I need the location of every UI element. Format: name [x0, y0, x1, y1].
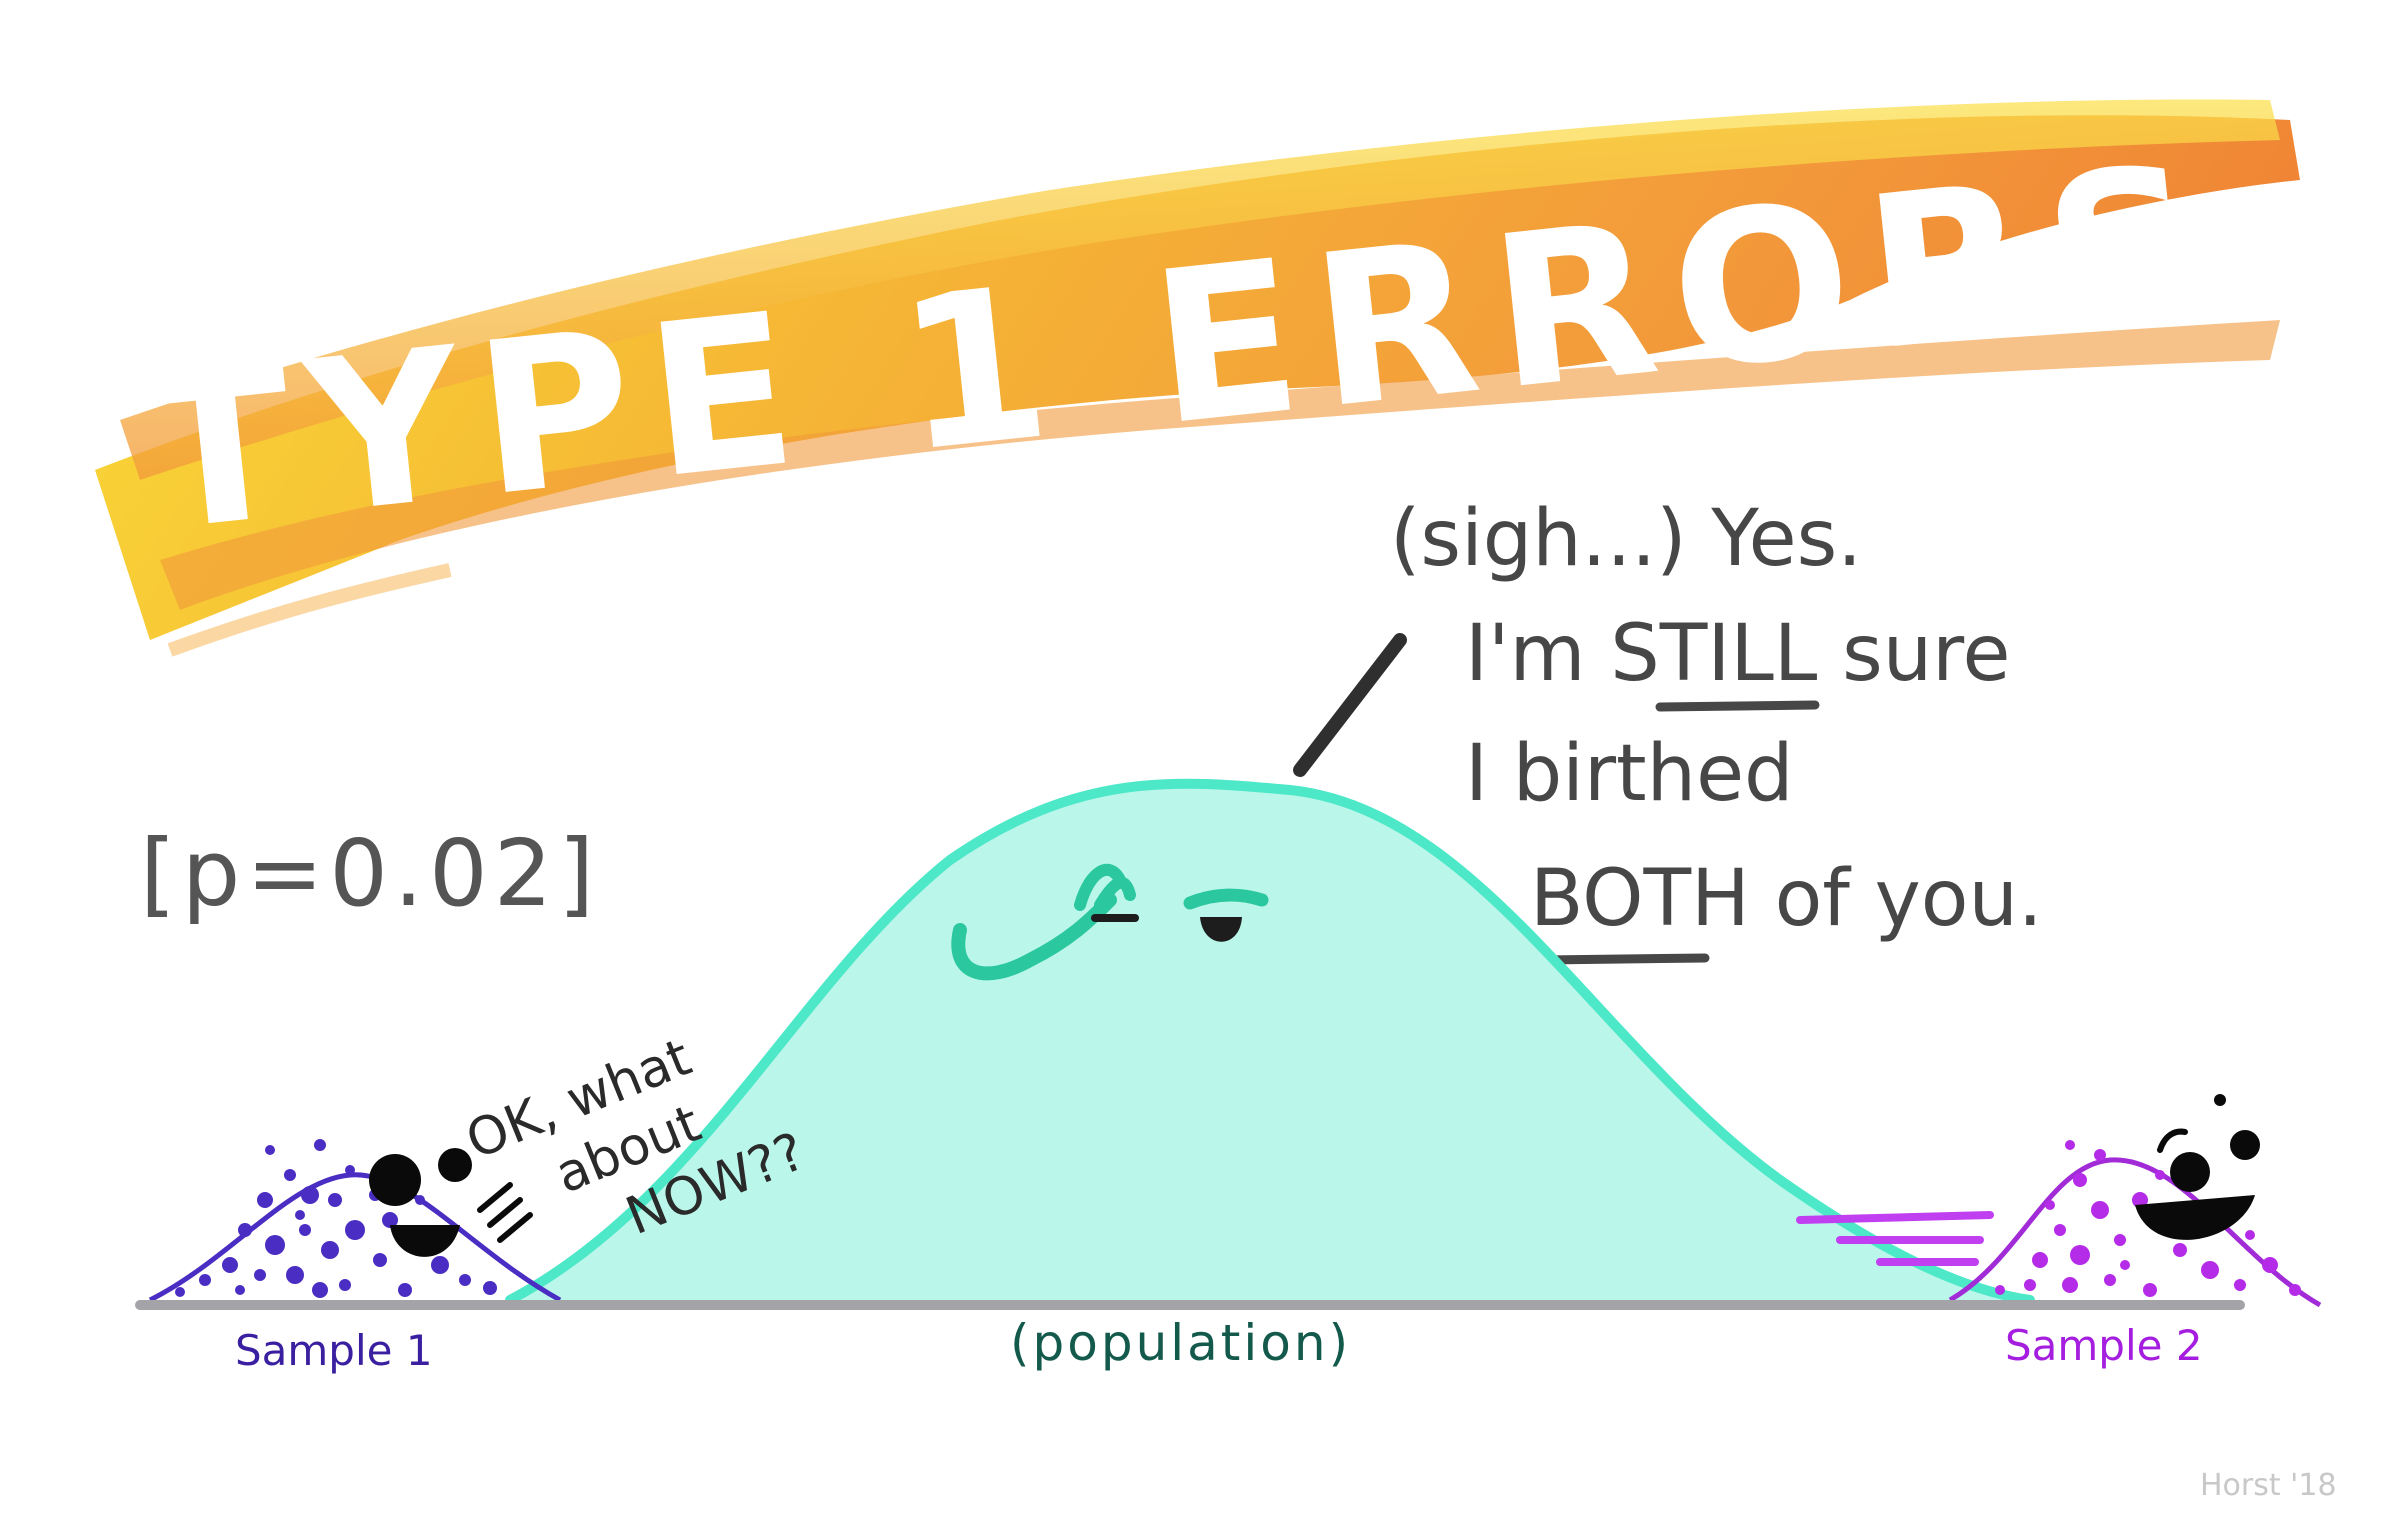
underline-both	[1540, 953, 1710, 965]
speech-line	[1293, 633, 1407, 777]
sample2-eye-right-icon	[2230, 1130, 2260, 1160]
population-speech-line-1: (sigh...) Yes.	[1390, 494, 1862, 584]
population-speech-line-3: I birthed	[1465, 729, 1794, 819]
sample2-sparkle-icon	[2214, 1094, 2226, 1106]
population-speech-line-4: BOTH of you.	[1530, 854, 2043, 944]
sample1-eye-right-icon	[438, 1148, 472, 1182]
sample2-curve	[1948, 1157, 2322, 1308]
artist-signature: Horst '18	[2200, 1468, 2337, 1503]
type-1-errors-illustration: TYPE 1 ERRORS [p=0.02] (sigh...) Yes. I'…	[95, 99, 2337, 1503]
population-speech-line-2: I'm STILL sure	[1465, 609, 2011, 699]
sample2-mouth-icon	[2135, 1195, 2255, 1240]
population-label: (population)	[1010, 1314, 1351, 1372]
motion-lines-icon	[477, 1182, 533, 1243]
sample2-label: Sample 2	[2005, 1321, 2203, 1370]
sample2-eye-left-icon	[2170, 1152, 2210, 1192]
sample2-eyebrow-icon	[2157, 1128, 2188, 1153]
sample1-label: Sample 1	[235, 1326, 433, 1375]
sample1-mouth-icon	[390, 1225, 460, 1257]
underline-still	[1655, 700, 1820, 712]
p-value: [p=0.02]	[140, 820, 600, 927]
sample1-eye-left-icon	[369, 1154, 421, 1206]
